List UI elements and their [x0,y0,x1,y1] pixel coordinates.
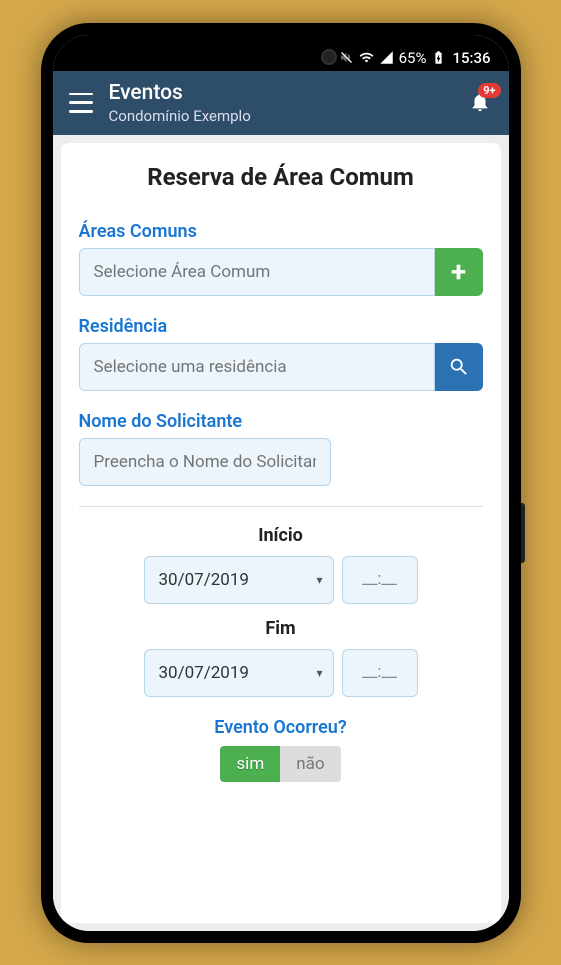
fim-time-input[interactable]: __:__ [342,649,418,697]
inicio-section: Início 30/07/2019 __:__ [79,525,483,604]
inicio-date-select[interactable]: 30/07/2019 [144,556,334,604]
areas-comuns-label: Áreas Comuns [79,221,483,242]
fim-label: Fim [79,618,483,639]
evento-ocorreu-label: Evento Ocorreu? [79,717,483,738]
evento-ocorreu-section: Evento Ocorreu? sim não [79,717,483,782]
residencia-input[interactable] [79,343,435,391]
inicio-time-input[interactable]: __:__ [342,556,418,604]
wifi-icon [359,50,374,65]
header-text: Eventos Condomínio Exemplo [109,81,453,125]
inicio-label: Início [79,525,483,546]
residencia-group: Residência [79,316,483,391]
areas-comuns-group: Áreas Comuns + [79,221,483,296]
notification-button[interactable]: 9+ [469,91,493,115]
phone-screen: 65% 15:36 Eventos Condomínio Exemplo 9+ … [53,35,509,931]
toggle-sim-button[interactable]: sim [220,746,280,782]
vibrate-icon [339,50,354,65]
fim-date-value: 30/07/2019 [159,663,249,683]
phone-frame: 65% 15:36 Eventos Condomínio Exemplo 9+ … [41,23,521,943]
header-subtitle: Condomínio Exemplo [109,107,453,125]
phone-side-button [521,503,525,563]
app-header: Eventos Condomínio Exemplo 9+ [53,71,509,135]
battery-percent: 65% [399,49,427,67]
signal-icon [379,50,394,65]
solicitante-input[interactable] [79,438,331,486]
header-title: Eventos [109,81,453,105]
battery-icon [431,50,446,65]
fim-section: Fim 30/07/2019 __:__ [79,618,483,697]
areas-comuns-input[interactable] [79,248,435,296]
solicitante-group: Nome do Solicitante [79,411,483,486]
solicitante-label: Nome do Solicitante [79,411,483,432]
form-card: Reserva de Área Comum Áreas Comuns + Res… [61,143,501,923]
page-title: Reserva de Área Comum [79,163,483,191]
search-icon [448,356,470,378]
content-area: Reserva de Área Comum Áreas Comuns + Res… [53,135,509,931]
status-bar: 65% 15:36 [53,35,509,71]
menu-icon[interactable] [69,93,93,113]
toggle-group: sim não [220,746,340,782]
search-residencia-button[interactable] [435,343,483,391]
status-time: 15:36 [452,49,490,67]
notification-badge: 9+ [478,83,500,98]
status-icons: 65% [319,49,447,67]
add-area-button[interactable]: + [435,248,483,296]
fim-date-select[interactable]: 30/07/2019 [144,649,334,697]
plus-icon: + [451,258,466,286]
divider [79,506,483,507]
inicio-date-value: 30/07/2019 [159,570,249,590]
camera-notch [321,49,337,65]
residencia-label: Residência [79,316,483,337]
toggle-nao-button[interactable]: não [280,746,340,782]
